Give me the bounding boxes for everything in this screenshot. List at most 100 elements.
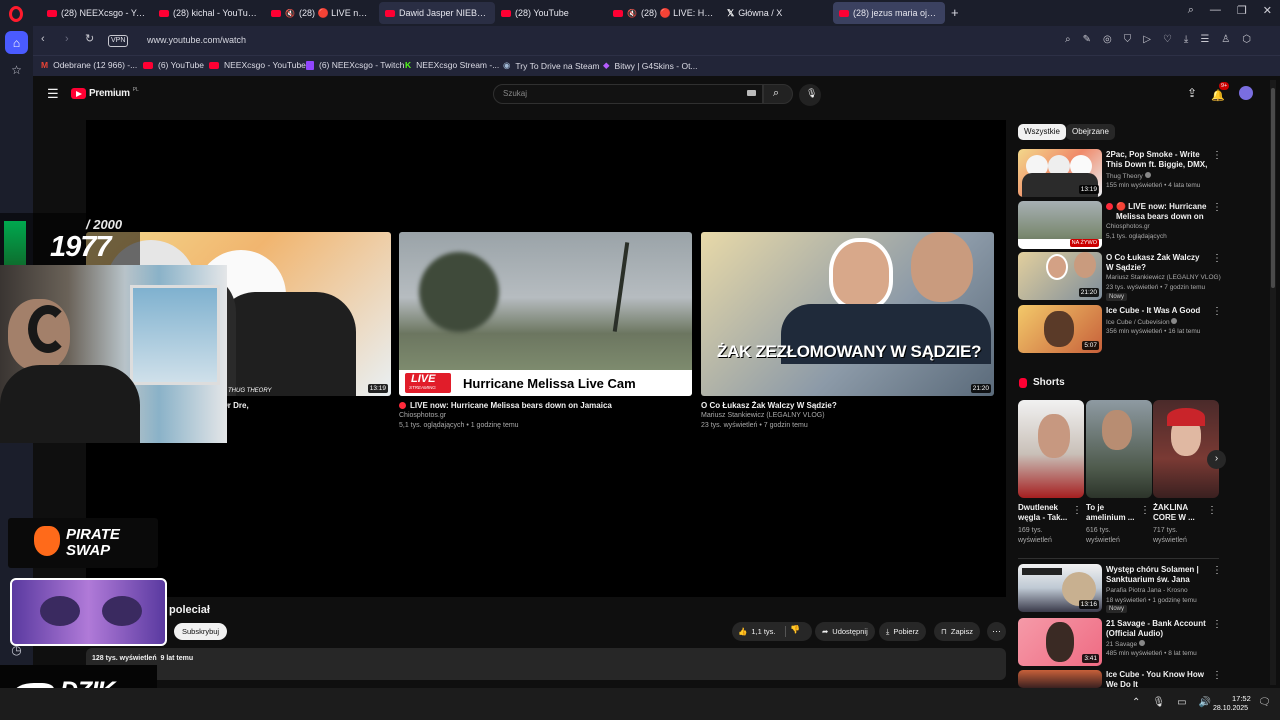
recommendation-6-menu-icon[interactable]: ⋮	[1212, 619, 1222, 630]
short-3-title[interactable]: ŻAKLINA CORE W ...	[1153, 503, 1207, 523]
clock-date[interactable]: 28.10.2025	[1213, 705, 1248, 712]
new-tab-plus-icon[interactable]: +	[951, 5, 959, 20]
search-input[interactable]: Szukaj	[493, 84, 763, 104]
tab-3[interactable]: 🔇(28) 🔴 LIVE now: Hu	[265, 2, 377, 24]
like-button[interactable]: 👍 1,1 tys.	[732, 622, 784, 641]
recommendation-1-menu-icon[interactable]: ⋮	[1212, 150, 1222, 161]
volume-icon[interactable]: 🔊	[1199, 697, 1211, 708]
end-card-3-title[interactable]: O Co Łukasz Żak Walczy W Sądzie?	[701, 401, 994, 410]
bookmark-twitch[interactable]: (6) NEEXcsgo - Twitch	[306, 60, 404, 70]
search-icon[interactable]: ⌕	[1065, 34, 1071, 45]
vpn-badge[interactable]: VPN	[108, 35, 129, 47]
scrollbar-thumb[interactable]	[1271, 88, 1275, 288]
tab-6[interactable]: 🔇(28) 🔴 LIVE: Hurrican	[607, 2, 723, 24]
chip-watched[interactable]: Obejrzane	[1066, 124, 1115, 140]
recommendation-5-thumbnail[interactable]: 13:16	[1018, 564, 1102, 612]
clock-time[interactable]: 17:52	[1232, 694, 1251, 703]
end-card-2-title-row[interactable]: LIVE now: Hurricane Melissa bears down o…	[399, 401, 692, 410]
recommendation-1-channel[interactable]: Thug Theory	[1106, 172, 1151, 180]
share-button[interactable]: ➦ Udostępnij	[815, 622, 875, 641]
recommendation-4-channel[interactable]: Ice Cube / Cubevision	[1106, 318, 1178, 326]
download-icon[interactable]: ⤓	[1184, 34, 1188, 45]
reload-icon[interactable]: ↻	[85, 32, 94, 45]
home-icon[interactable]: ⌂	[5, 31, 28, 54]
keyboard-icon[interactable]	[747, 90, 756, 96]
short-1-thumbnail[interactable]	[1018, 400, 1084, 498]
bookmark-kick[interactable]: K NEEXcsgo Stream -...	[405, 60, 499, 70]
tab-7[interactable]: 𝕏 Główna / X	[721, 2, 831, 24]
notifications-button[interactable]: 🔔 9+	[1211, 82, 1230, 104]
forward-arrow-icon[interactable]: ›	[65, 33, 69, 45]
close-icon[interactable]: ✕	[1263, 4, 1272, 17]
recommendation-4-thumbnail[interactable]: 5:07	[1018, 305, 1102, 353]
recommendation-7-title[interactable]: Ice Cube - You Know How We Do It	[1106, 670, 1208, 688]
recommendation-1-thumbnail[interactable]: 13:19	[1018, 149, 1102, 197]
play-icon[interactable]: ▷	[1143, 34, 1151, 45]
recommendation-2-title-row[interactable]: 🔴 LIVE now: Hurricane Melissa bears down…	[1106, 202, 1210, 222]
tab-1[interactable]: (28) NEEXcsgo - YouTube	[41, 2, 153, 24]
end-card-2-thumbnail[interactable]: LIVE STREAMING Hurricane Melissa Live Ca…	[399, 232, 692, 396]
recommendation-3-menu-icon[interactable]: ⋮	[1212, 253, 1222, 264]
recommendation-6-channel[interactable]: 21 Savage	[1106, 640, 1145, 648]
shorts-next-button[interactable]: ›	[1207, 450, 1226, 469]
youtube-premium-logo[interactable]: Premium PL	[71, 87, 139, 99]
microphone-icon[interactable]: 🎙	[1152, 697, 1165, 708]
short-2-menu-icon[interactable]: ⋮	[1140, 505, 1150, 516]
dislike-button[interactable]: 👎	[790, 625, 800, 634]
muted-speaker-icon[interactable]: 🔇	[285, 9, 295, 18]
bookmark-g4skins[interactable]: ◆ Bitwy | G4Skins - Ot...	[603, 60, 698, 71]
tab-5[interactable]: (28) YouTube	[495, 2, 605, 24]
tab-2[interactable]: (28) kichal - YouTube	[153, 2, 263, 24]
recommendation-6-thumbnail[interactable]: 3:41	[1018, 618, 1102, 666]
recommendation-5-menu-icon[interactable]: ⋮	[1212, 565, 1222, 576]
more-actions-button[interactable]: ⋯	[987, 622, 1006, 641]
chip-all[interactable]: Wszystkie	[1018, 124, 1066, 140]
recommendation-2-thumbnail[interactable]: NA ŻYWO	[1018, 201, 1102, 249]
tab-4[interactable]: Dawid Jasper NIEBEZPIECZ	[379, 2, 495, 24]
recommendation-5-title[interactable]: Występ chóru Solamen | Sanktuarium św. J…	[1106, 565, 1208, 585]
url-field[interactable]: www.youtube.com/watch	[147, 35, 246, 45]
profile-icon[interactable]: ♙	[1221, 34, 1230, 45]
short-3-menu-icon[interactable]: ⋮	[1207, 505, 1217, 516]
short-1-title[interactable]: Dwutlenek węgla - Tak...	[1018, 503, 1072, 523]
download-button[interactable]: ⤓ Pobierz	[879, 622, 926, 641]
end-card-2-channel[interactable]: Chiosphotos.gr	[399, 412, 446, 419]
recommendation-7-thumbnail[interactable]	[1018, 670, 1102, 688]
menu-icon[interactable]: ☰	[1200, 34, 1209, 45]
short-2-thumbnail[interactable]	[1086, 400, 1152, 498]
short-2-title[interactable]: To je amelinium ...	[1086, 503, 1140, 523]
search-tabs-icon[interactable]: ⌕	[1188, 4, 1194, 17]
upload-icon[interactable]: ⇪	[1187, 86, 1197, 100]
chevron-up-icon[interactable]: ⌃	[1132, 697, 1140, 708]
recommendation-7-menu-icon[interactable]: ⋮	[1212, 670, 1222, 681]
opera-logo-icon[interactable]	[9, 6, 23, 22]
muted-speaker-icon[interactable]: 🔇	[627, 9, 637, 18]
recommendation-4-menu-icon[interactable]: ⋮	[1212, 306, 1222, 317]
end-card-3-channel[interactable]: Mariusz Stankiewicz (LEGALNY VLOG)	[701, 412, 825, 419]
recommendation-1-title[interactable]: 2Pac, Pop Smoke - Write This Down ft. Bi…	[1106, 150, 1208, 170]
camera-icon[interactable]: ◎	[1103, 34, 1112, 45]
maximize-icon[interactable]: ❐	[1237, 4, 1247, 17]
edit-icon[interactable]: ✎	[1083, 34, 1091, 45]
bookmarks-star-icon[interactable]: ☆	[5, 58, 28, 81]
recommendation-5-channel[interactable]: Parafia Piotra Jana - Krosno	[1106, 587, 1188, 594]
tab-8-active[interactable]: (28) jezus maria ojciec poł	[833, 2, 945, 24]
recommendation-3-title[interactable]: O Co Łukasz Żak Walczy W Sądzie?	[1106, 253, 1208, 273]
network-icon[interactable]: ▭	[1177, 697, 1186, 708]
recommendation-3-thumbnail[interactable]: 21:20	[1018, 252, 1102, 300]
recommendation-4-title[interactable]: Ice Cube - It Was A Good Day	[1106, 306, 1208, 316]
recommendation-6-title[interactable]: 21 Savage - Bank Account (Official Audio…	[1106, 619, 1208, 639]
back-arrow-icon[interactable]: ‹	[41, 33, 45, 45]
search-button[interactable]: ⌕	[763, 84, 793, 104]
bookmark-neexcsgo-youtube[interactable]: NEEXcsgo - YouTube	[209, 60, 306, 70]
short-1-menu-icon[interactable]: ⋮	[1072, 505, 1082, 516]
save-button[interactable]: ⊓ Zapisz	[934, 622, 980, 641]
description-box[interactable]: 128 tys. wyświetleń 9 lat temu	[86, 648, 1006, 680]
bookmark-gmail[interactable]: M Odebrane (12 966) -...	[41, 60, 137, 70]
shield-icon[interactable]: ⛉	[1124, 34, 1132, 45]
scrollbar-track[interactable]	[1270, 80, 1276, 685]
recommendation-2-menu-icon[interactable]: ⋮	[1212, 202, 1222, 213]
notification-center-icon[interactable]: 🗨	[1258, 697, 1271, 708]
end-card-3-thumbnail[interactable]: ŻAK ZEZŁOMOWANY W SĄDZIE? 21:20	[701, 232, 994, 396]
voice-search-button[interactable]: 🎙	[799, 84, 821, 106]
